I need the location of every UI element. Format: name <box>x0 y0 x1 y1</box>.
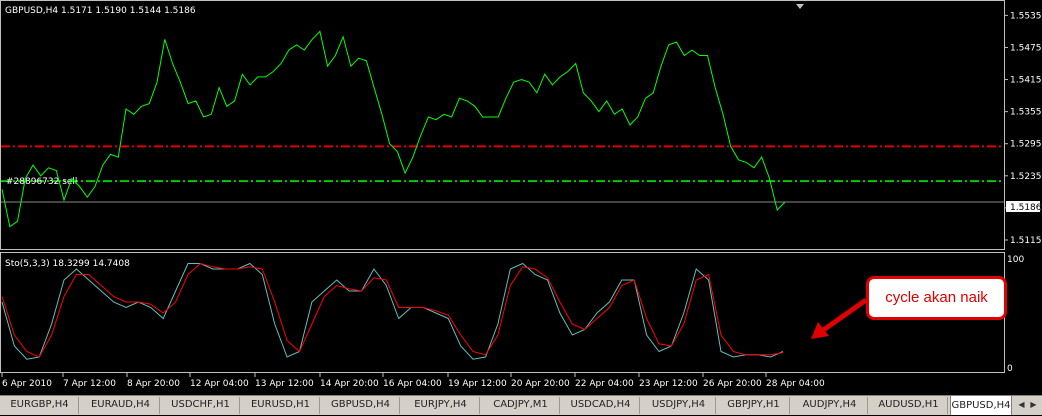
indicator-axis-top: 100 <box>1007 255 1024 265</box>
tab-audusd-h1[interactable]: AUDUSD,H1 <box>870 397 948 414</box>
chart-tab-bar: EURGBP,H4 EURAUD,H4 USDCHF,H1 EURUSD,H1 GBPU… <box>0 395 1042 415</box>
order-label: #28896732 sell <box>6 177 77 187</box>
indicator-axis-bottom: 0 <box>1007 364 1013 374</box>
current-price-label: 1.5186 <box>1010 203 1042 213</box>
annotation-text: cycle akan naik <box>885 289 988 306</box>
tab-gbpjpy-h1[interactable]: GBPJPY,H1 <box>718 397 790 414</box>
tab-euraud-h4[interactable]: EURAUD,H4 <box>82 397 160 414</box>
tab-usdchf-h1[interactable]: USDCHF,H1 <box>162 397 240 414</box>
price-axis-label: 1.5475 <box>1010 43 1042 53</box>
shift-marker-icon[interactable] <box>796 4 804 9</box>
tab-eurgbp-h4[interactable]: EURGBP,H4 <box>1 397 79 414</box>
price-axis-label: 1.5535 <box>1010 11 1042 21</box>
tab-usdjpy-h4[interactable]: USDJPY,H4 <box>642 397 716 414</box>
time-axis-label: 28 Apr 04:00 <box>766 379 825 389</box>
time-axis-label: 8 Apr 20:00 <box>127 379 180 389</box>
time-axis-label: 6 Apr 2010 <box>2 379 52 389</box>
time-axis-label: 12 Apr 04:00 <box>190 379 249 389</box>
price-line <box>1 30 786 228</box>
price-axis-label: 1.5295 <box>1010 140 1042 150</box>
price-axis-label: 1.5115 <box>1010 236 1042 246</box>
tab-audjpy-h4[interactable]: AUDJPY,H4 <box>792 397 868 414</box>
time-axis-label: 26 Apr 20:00 <box>703 379 762 389</box>
main-panel-border <box>0 0 1005 250</box>
order-levels <box>1 145 1004 203</box>
price-series <box>1 30 786 228</box>
chart-svg[interactable]: GBPUSD,H4 1.5171 1.5190 1.5144 1.5186 1.… <box>0 0 1042 395</box>
stochastic-series <box>1 262 784 360</box>
time-axis: 6 Apr 2010 7 Apr 12:00 8 Apr 20:00 12 Apr 0… <box>1 373 825 389</box>
annotation-arrow-line <box>820 297 868 334</box>
price-axis-label: 1.5235 <box>1010 172 1042 182</box>
tab-scroll-left-icon[interactable]: ◀ <box>1016 398 1027 412</box>
indicator-panel-border <box>0 252 1005 373</box>
time-axis-label: 23 Apr 12:00 <box>639 379 698 389</box>
stoch-signal-line <box>1 262 784 358</box>
time-axis-label: 7 Apr 12:00 <box>63 379 116 389</box>
symbol-header: GBPUSD,H4 1.5171 1.5190 1.5144 1.5186 <box>5 6 196 16</box>
tab-eurusd-h1[interactable]: EURUSD,H1 <box>242 397 320 414</box>
annotation-callout: cycle akan naik <box>866 276 1007 320</box>
tab-gbpusd-h4[interactable]: GBPUSD,H4 <box>322 397 400 414</box>
time-axis-label: 16 Apr 04:00 <box>383 379 442 389</box>
tab-eurjpy-h4[interactable]: EURJPY,H4 <box>402 397 480 414</box>
time-axis-label: 13 Apr 12:00 <box>255 379 314 389</box>
time-axis-label: 14 Apr 20:00 <box>320 379 379 389</box>
time-axis-label: 22 Apr 04:00 <box>575 379 634 389</box>
chart-area[interactable]: GBPUSD,H4 1.5171 1.5190 1.5144 1.5186 1.… <box>0 0 1042 395</box>
tab-cadjpy-m1[interactable]: CADJPY,M1 <box>482 397 560 414</box>
tab-gbpusd-h4[interactable]: GBPUSD,H4 <box>950 395 1012 415</box>
time-axis-label: 20 Apr 20:00 <box>511 379 570 389</box>
price-axis-label: 1.5415 <box>1010 76 1042 86</box>
indicator-label: Sto(5,3,3) 18.3299 14.7408 <box>5 259 130 269</box>
price-axis-label: 1.5355 <box>1010 108 1042 118</box>
tab-scroll-right-icon[interactable]: ▶ <box>1028 398 1039 412</box>
time-axis-label: 19 Apr 12:00 <box>448 379 507 389</box>
tab-usdcad-h4[interactable]: USDCAD,H4 <box>562 397 640 414</box>
